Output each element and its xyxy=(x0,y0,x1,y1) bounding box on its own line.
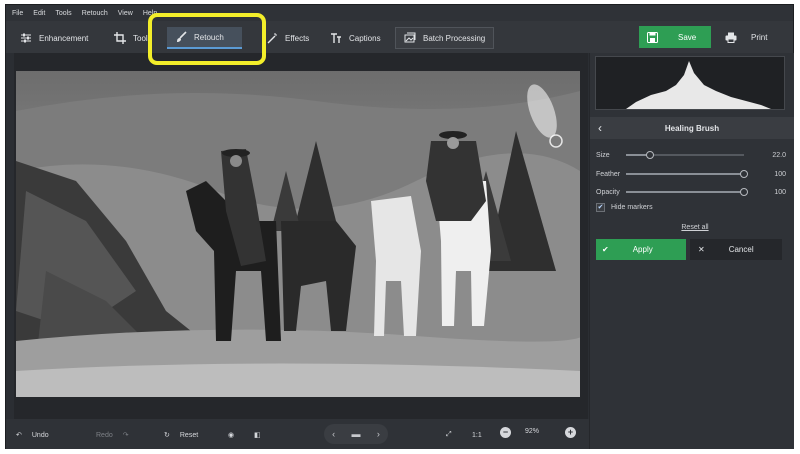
size-slider-row: Size 22.0 xyxy=(596,149,786,161)
histogram-graph xyxy=(626,61,771,109)
preview-button[interactable]: ◉ xyxy=(228,428,234,442)
sliders-icon xyxy=(21,33,31,43)
zoom-out-icon[interactable]: − xyxy=(500,427,511,438)
feather-value: 100 xyxy=(774,170,786,178)
crop-icon xyxy=(114,32,126,44)
undo-button[interactable]: ↶ Undo xyxy=(16,428,49,442)
file-navigation: ‹ ▬ › xyxy=(324,424,388,444)
cancel-button[interactable]: ✕ Cancel xyxy=(690,239,782,260)
undo-label: Undo xyxy=(31,431,49,439)
opacity-slider[interactable] xyxy=(626,188,748,196)
tab-captions-label: Captions xyxy=(349,33,381,43)
save-label: Save xyxy=(678,32,697,42)
panel-title: Healing Brush xyxy=(664,123,720,133)
wand-icon xyxy=(267,33,277,44)
fit-screen-icon: ⤢ xyxy=(446,431,452,438)
bottom-bar: ↶ Undo Redo ↷ ↻ Reset ◉ ◧ ‹ ▬ › ⤢ 1:1 − … xyxy=(6,419,589,449)
retouch-highlight-annotation xyxy=(148,13,266,65)
print-button[interactable]: Print xyxy=(719,26,779,48)
feather-slider[interactable] xyxy=(626,170,748,178)
undo-icon: ↶ xyxy=(16,432,22,439)
photo-image[interactable] xyxy=(16,71,580,397)
size-slider-handle[interactable] xyxy=(645,151,654,159)
reset-label: Reset xyxy=(179,431,199,439)
close-icon: ✕ xyxy=(698,245,705,254)
menu-retouch[interactable]: Retouch xyxy=(82,10,108,17)
menu-file[interactable]: File xyxy=(12,10,23,17)
compare-icon: ◧ xyxy=(254,432,261,439)
next-arrow-icon[interactable]: › xyxy=(377,429,380,439)
feather-slider-row: Feather 100 xyxy=(596,168,786,180)
tab-enhancement[interactable]: Enhancement xyxy=(12,27,96,49)
redo-icon: ↷ xyxy=(122,432,129,439)
opacity-label: Opacity xyxy=(596,188,620,196)
zoom-in-icon[interactable]: + xyxy=(565,427,576,438)
images-icon xyxy=(404,32,416,43)
opacity-slider-row: Opacity 100 xyxy=(596,186,786,198)
photo-canvas[interactable] xyxy=(14,53,588,419)
size-slider[interactable] xyxy=(626,151,744,159)
redo-label: Redo xyxy=(96,431,113,439)
cancel-label: Cancel xyxy=(728,245,754,254)
opacity-slider-handle[interactable] xyxy=(740,188,748,196)
compare-button[interactable]: ◧ xyxy=(254,428,261,442)
folder-icon[interactable]: ▬ xyxy=(351,429,360,439)
fit-screen-button[interactable]: ⤢ xyxy=(446,428,452,442)
batch-processing-label: Batch Processing xyxy=(423,33,486,43)
save-button[interactable]: Save xyxy=(639,26,711,48)
back-arrow-icon[interactable]: ‹ xyxy=(598,121,602,135)
opacity-value: 100 xyxy=(774,188,786,196)
reset-button[interactable]: ↻ Reset xyxy=(164,428,198,442)
histogram xyxy=(595,56,785,110)
tab-effects[interactable]: Effects xyxy=(258,27,317,49)
check-icon: ✔ xyxy=(602,245,609,254)
zoom-value: 92% xyxy=(525,428,540,435)
size-label: Size xyxy=(596,151,610,159)
eye-icon: ◉ xyxy=(228,432,235,439)
print-label: Print xyxy=(751,32,768,42)
prev-arrow-icon[interactable]: ‹ xyxy=(332,429,335,439)
apply-button[interactable]: ✔ Apply xyxy=(596,239,686,260)
tab-captions[interactable]: Captions xyxy=(322,27,389,49)
photo-artwork xyxy=(16,71,580,397)
menu-view[interactable]: View xyxy=(118,10,133,17)
feather-slider-handle[interactable] xyxy=(740,170,748,178)
hide-markers-checkbox[interactable]: ✔ xyxy=(596,203,605,212)
hide-markers-row[interactable]: ✔ Hide markers xyxy=(596,203,653,212)
feather-label: Feather xyxy=(596,170,621,178)
actual-size-button[interactable]: 1:1 xyxy=(472,428,482,442)
text-icon xyxy=(331,33,341,43)
app-window: File Edit Tools Retouch View Help Enhanc… xyxy=(5,4,794,449)
redo-button[interactable]: Redo ↷ xyxy=(96,428,129,442)
reset-all-link[interactable]: Reset all xyxy=(670,224,720,231)
hide-markers-label: Hide markers xyxy=(611,204,653,211)
actual-size-label: 1:1 xyxy=(472,431,482,439)
printer-icon xyxy=(725,32,737,43)
save-icon xyxy=(647,31,658,43)
tab-effects-label: Effects xyxy=(285,33,310,43)
right-panel: ‹ Healing Brush Size 22.0 Feather 100 Op… xyxy=(589,53,794,449)
menu-edit[interactable]: Edit xyxy=(33,10,45,17)
tab-enhancement-label: Enhancement xyxy=(39,33,89,43)
size-value: 22.0 xyxy=(772,151,786,159)
reset-icon: ↻ xyxy=(164,432,170,439)
apply-label: Apply xyxy=(632,245,653,254)
menu-tools[interactable]: Tools xyxy=(55,10,71,17)
menu-bar: File Edit Tools Retouch View Help xyxy=(6,5,793,21)
panel-header: ‹ Healing Brush xyxy=(590,117,794,139)
batch-processing-button[interactable]: Batch Processing xyxy=(395,27,495,49)
